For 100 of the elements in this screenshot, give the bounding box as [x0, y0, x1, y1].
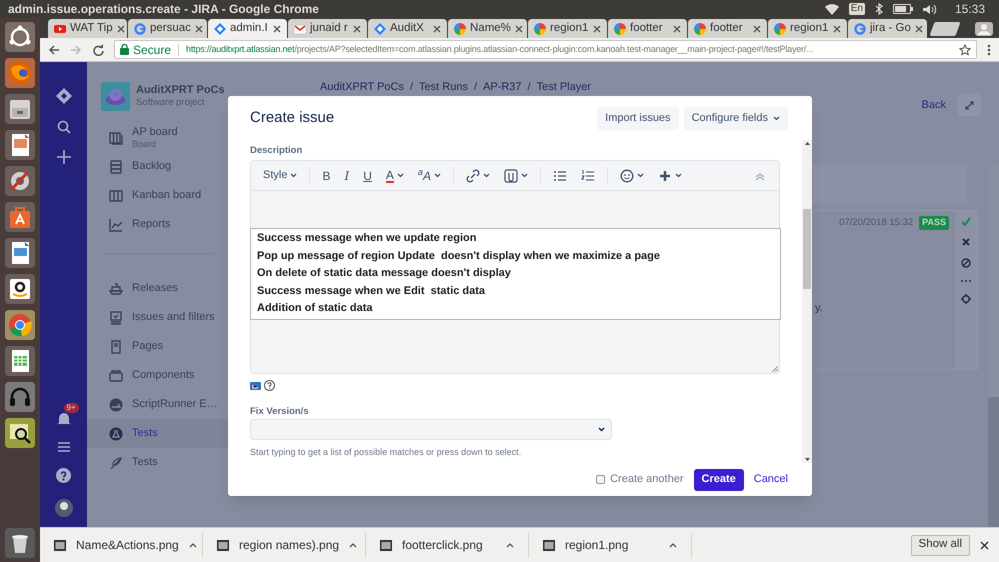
headphones-icon[interactable] [5, 382, 35, 412]
help-icon [264, 380, 275, 391]
ring-icon [134, 22, 146, 34]
nav-label: Reports [132, 218, 171, 231]
text-size-tool[interactable]: $^{a}$A [414, 164, 445, 186]
diamond-logo-icon [56, 88, 72, 104]
resize-grip-icon [772, 366, 778, 372]
back-link[interactable]: Back [922, 96, 946, 114]
check-icon [961, 217, 971, 226]
logo-icon[interactable] [5, 22, 35, 52]
presentation-icon[interactable] [5, 130, 35, 160]
stack-icon [109, 160, 123, 174]
trash-icon[interactable] [5, 528, 35, 558]
create-button[interactable]: Create [694, 468, 744, 490]
style-tool[interactable]: Style [259, 164, 302, 186]
bell-icon [56, 412, 70, 426]
numbered-list-icon [580, 168, 595, 182]
status-badge: PASS [919, 216, 949, 230]
browser-tab[interactable]: junaid r [288, 19, 367, 38]
browser-tab[interactable]: footter [608, 19, 687, 38]
browser-tab[interactable]: WAT Tip [48, 19, 127, 38]
download-item[interactable]: region names).png [203, 532, 366, 558]
project-avatar-icon [101, 82, 130, 111]
color-tool[interactable]: A [382, 164, 408, 186]
clock[interactable]: 15:33 [954, 0, 985, 18]
gear-icon [961, 294, 971, 304]
address-bar[interactable]: Secure https://auditxprt.atlassian.net/projects/AP?selectedItem=com.atlassian.plugins.atlassian-connect-plugin:com.kanoah.test-manager__main-project-page#!/testPlayer/... [114, 40, 977, 59]
scrollbar-thumb[interactable] [803, 209, 811, 289]
italic-tool[interactable]: I [340, 164, 354, 186]
notification-badge: 9+ [64, 403, 79, 413]
scroll-up-arrow-icon [804, 142, 810, 145]
star-icon [959, 44, 971, 56]
close-icon [593, 24, 601, 32]
close-icon [433, 24, 441, 32]
tab-title: admin.I [230, 20, 268, 36]
diamond-icon [214, 22, 226, 34]
caret-icon [434, 173, 441, 178]
plus-icon [56, 150, 70, 164]
breadcrumb-link[interactable]: Test Player [536, 79, 592, 96]
tab-title: footter [710, 20, 743, 36]
play-icon [54, 22, 66, 34]
breadcrumb-link[interactable]: AP-R37 [483, 79, 522, 96]
browser-tab[interactable]: region1 [768, 19, 847, 38]
show-all-button[interactable]: Show all [910, 534, 970, 556]
wrench-icon[interactable] [5, 166, 35, 196]
browser-tab[interactable]: persuac [128, 19, 207, 38]
hamburger-icon [58, 442, 70, 452]
browser-tab[interactable]: jira - Go [848, 19, 927, 38]
drawer-icon[interactable] [5, 94, 35, 124]
language-indicator[interactable]: En [848, 3, 865, 15]
new-tab-button[interactable] [929, 22, 961, 36]
wifi-icon [824, 4, 839, 14]
flask-icon [109, 426, 123, 440]
blocked-icon [961, 258, 971, 268]
columns-icon [109, 188, 123, 202]
magnifier-icon[interactable] [5, 418, 35, 448]
breadcrumb-link[interactable]: Test Runs [419, 79, 468, 96]
header-button[interactable]: Import issues [597, 106, 679, 130]
underline-tool[interactable]: U [359, 164, 376, 186]
breadcrumb-link[interactable]: AuditXPRT PoCs [320, 79, 404, 96]
suggestion-item[interactable]: Success message when we update region [257, 230, 774, 248]
expand-button[interactable] [958, 94, 981, 116]
close-icon [194, 24, 203, 32]
download-item[interactable]: footterclick.png [366, 532, 529, 558]
browser-tab[interactable]: region1 [528, 19, 607, 38]
cancel-link[interactable]: Cancel [754, 471, 788, 488]
expand-icon [965, 100, 974, 110]
suggestion-item[interactable]: Addition of static data [257, 300, 774, 318]
plus-icon [658, 168, 672, 182]
checkbox[interactable] [596, 475, 606, 484]
circle-logo-icon[interactable] [5, 310, 35, 340]
description-editor[interactable] [250, 160, 780, 374]
browser-tab[interactable]: AuditX [368, 19, 447, 38]
document-icon[interactable] [5, 238, 35, 268]
spreadsheet-icon[interactable] [5, 346, 35, 376]
close-icon [116, 24, 125, 32]
download-item[interactable]: Name&Actions.png [40, 532, 203, 558]
nav-label: Components [132, 369, 194, 382]
browser-tab[interactable]: footter [688, 19, 767, 38]
bold-tool[interactable]: B [318, 164, 334, 186]
browser-tab[interactable]: admin.I [208, 19, 287, 38]
reload-icon [92, 44, 104, 56]
nav-sublabel: Board [132, 139, 158, 149]
browser-tab[interactable]: Name% [448, 19, 527, 38]
scroll-down-arrow-icon [804, 458, 810, 461]
nav-label: Pages [132, 340, 164, 353]
nav-label: Backlog [132, 160, 172, 173]
feather-icon [109, 456, 123, 470]
suggestion-item[interactable]: On delete of static data message doesn't display [257, 265, 774, 282]
link-icon [466, 168, 480, 182]
close-icon [753, 24, 761, 32]
suggestion-item[interactable]: Success message when we Edit static data [257, 282, 774, 300]
suggestion-item[interactable]: Pop up message of region Update doesn't display when we maximize a page [257, 248, 774, 265]
tab-title: persuac [150, 20, 191, 36]
header-button[interactable]: Configure fields [684, 106, 788, 130]
help-icon [56, 468, 71, 483]
download-item[interactable]: region1.png [529, 532, 692, 558]
shopping-bag-icon[interactable] [5, 202, 35, 232]
globe-icon[interactable] [5, 58, 35, 88]
scrollbar-thumb[interactable] [988, 397, 999, 527]
